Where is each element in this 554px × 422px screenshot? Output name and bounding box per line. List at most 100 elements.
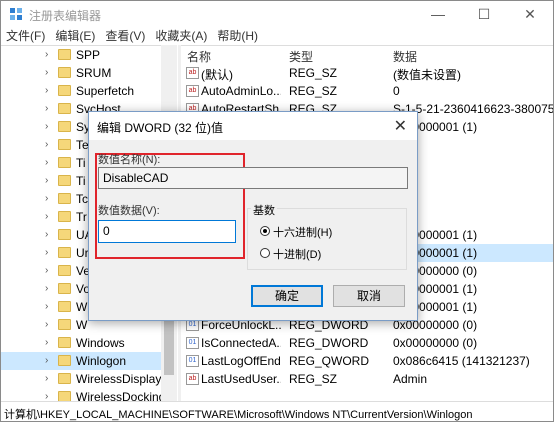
decimal-radio-label[interactable]: 十进制(D): [273, 246, 321, 262]
chevron-right-icon[interactable]: ›: [45, 319, 48, 330]
list-header: 名称 类型 数据: [181, 46, 553, 64]
string-value-icon: ab: [186, 85, 199, 97]
string-value-icon: ab: [186, 373, 199, 385]
tree-item[interactable]: › SPP: [1, 46, 161, 64]
menu-bar: 文件(F) 编辑(E) 查看(V) 收藏夹(A) 帮助(H): [1, 27, 553, 45]
chevron-right-icon[interactable]: ›: [45, 85, 48, 96]
tree-item[interactable]: › Superfetch: [1, 82, 161, 100]
minimize-button[interactable]: —: [415, 1, 461, 27]
chevron-right-icon[interactable]: ›: [45, 301, 48, 312]
tree-item-label: Tc: [76, 192, 88, 206]
tree-item-label: WirelessDocking: [76, 390, 166, 401]
hex-radio-label[interactable]: 十六进制(H): [273, 224, 332, 240]
folder-icon: [58, 355, 71, 366]
value-name: AutoAdminLo...: [201, 84, 281, 98]
folder-icon: [58, 49, 71, 60]
tree-item-label: Ti: [76, 156, 86, 170]
tree-item-label: Tr: [76, 210, 87, 224]
value-name: LastLogOffEnd...: [201, 354, 281, 368]
menu-help[interactable]: 帮助(H): [212, 27, 263, 45]
chevron-right-icon[interactable]: ›: [45, 337, 48, 348]
list-item[interactable]: ab LastUsedUser... REG_SZ Admin: [181, 370, 553, 388]
regedit-app-icon: [10, 8, 22, 20]
chevron-right-icon[interactable]: ›: [45, 283, 48, 294]
tree-item[interactable]: › WirelessDisplay: [1, 370, 161, 388]
tree-item[interactable]: › SRUM: [1, 64, 161, 82]
list-item[interactable]: ab (默认) REG_SZ (数值未设置): [181, 64, 553, 82]
chevron-right-icon[interactable]: ›: [45, 49, 48, 60]
menu-view[interactable]: 查看(V): [100, 27, 150, 45]
folder-icon: [58, 85, 71, 96]
tree-item-label: W: [76, 300, 88, 314]
column-name-header[interactable]: 名称: [187, 48, 211, 65]
column-type-header[interactable]: 类型: [289, 48, 313, 65]
decimal-radio[interactable]: [260, 248, 270, 258]
chevron-right-icon[interactable]: ›: [45, 391, 48, 401]
ok-button[interactable]: 确定: [251, 285, 323, 307]
folder-icon: [58, 157, 71, 168]
chevron-right-icon[interactable]: ›: [45, 103, 48, 114]
folder-icon: [58, 265, 71, 276]
base-group-label: 基数: [251, 202, 277, 218]
tree-item-label: Te: [76, 138, 89, 152]
chevron-right-icon[interactable]: ›: [45, 265, 48, 276]
value-type: REG_DWORD: [289, 336, 369, 350]
value-name: (默认): [201, 68, 233, 82]
folder-icon: [58, 283, 71, 294]
hex-radio[interactable]: [260, 226, 270, 236]
chevron-right-icon[interactable]: ›: [45, 355, 48, 366]
tree-item-label: Winlogon: [76, 354, 127, 368]
menu-file[interactable]: 文件(F): [1, 27, 50, 45]
tree-item[interactable]: › WirelessDocking: [1, 388, 165, 401]
value-type: REG_SZ: [289, 84, 338, 98]
tree-item-label: Windows: [76, 336, 125, 350]
value-data: (数值未设置): [393, 68, 461, 82]
menu-favorites[interactable]: 收藏夹(A): [150, 27, 212, 45]
edit-dword-dialog: 编辑 DWORD (32 位)值 ✕ 数值名称(N): DisableCAD 数…: [88, 111, 418, 321]
value-name: IsConnectedA...: [201, 336, 281, 350]
chevron-right-icon[interactable]: ›: [45, 175, 48, 186]
maximize-button[interactable]: ☐: [461, 1, 507, 27]
tree-item[interactable]: › Windows: [1, 334, 161, 352]
tree-item-label: SRUM: [76, 66, 112, 80]
string-value-icon: ab: [186, 67, 199, 79]
status-path: 计算机\HKEY_LOCAL_MACHINE\SOFTWARE\Microsof…: [4, 409, 473, 421]
list-item[interactable]: 01LastLogOffEnd... REG_QWORD 0x086c6415 (1…: [181, 352, 553, 370]
value-data: 0x086c6415 (141321237): [393, 354, 530, 368]
title-bar: 注册表编辑器 — ☐ ✕: [1, 1, 553, 27]
chevron-right-icon[interactable]: ›: [45, 373, 48, 384]
dialog-title-bar: 编辑 DWORD (32 位)值 ✕: [89, 112, 417, 140]
chevron-right-icon[interactable]: ›: [45, 211, 48, 222]
folder-icon: [58, 103, 71, 114]
menu-edit[interactable]: 编辑(E): [50, 27, 100, 45]
column-data-header[interactable]: 数据: [393, 48, 417, 65]
list-item[interactable]: 01 IsConnectedA... REG_DWORD 0x00000000 (0): [181, 334, 553, 352]
close-button[interactable]: ✕: [507, 1, 553, 27]
binary-value-icon: 01: [186, 337, 199, 349]
tree-item-label: Superfetch: [76, 84, 135, 98]
chevron-right-icon[interactable]: ›: [45, 121, 48, 132]
folder-icon: [58, 121, 71, 132]
folder-icon: [58, 67, 71, 78]
folder-icon: [58, 175, 71, 186]
folder-icon: [58, 247, 71, 258]
chevron-right-icon[interactable]: ›: [45, 157, 48, 168]
binary-value-icon: 01: [186, 355, 199, 367]
folder-icon: [58, 211, 71, 222]
chevron-right-icon[interactable]: ›: [45, 139, 48, 150]
chevron-right-icon[interactable]: ›: [45, 229, 48, 240]
value-type: REG_SZ: [289, 372, 338, 386]
tree-item-label: SPP: [76, 48, 101, 62]
folder-icon: [58, 337, 71, 348]
folder-icon: [58, 391, 71, 401]
chevron-right-icon[interactable]: ›: [45, 193, 48, 204]
list-item[interactable]: ab AutoAdminLo... REG_SZ 0: [181, 82, 553, 100]
value-data-input[interactable]: 0: [98, 220, 236, 243]
tree-item-label: Ur: [76, 246, 89, 260]
dialog-close-icon[interactable]: ✕: [394, 116, 407, 136]
chevron-right-icon[interactable]: ›: [45, 67, 48, 78]
cancel-button[interactable]: 取消: [333, 285, 405, 307]
tree-item[interactable]: › Winlogon: [1, 352, 161, 370]
chevron-right-icon[interactable]: ›: [45, 247, 48, 258]
value-data: 0x00000000 (0): [393, 336, 478, 350]
